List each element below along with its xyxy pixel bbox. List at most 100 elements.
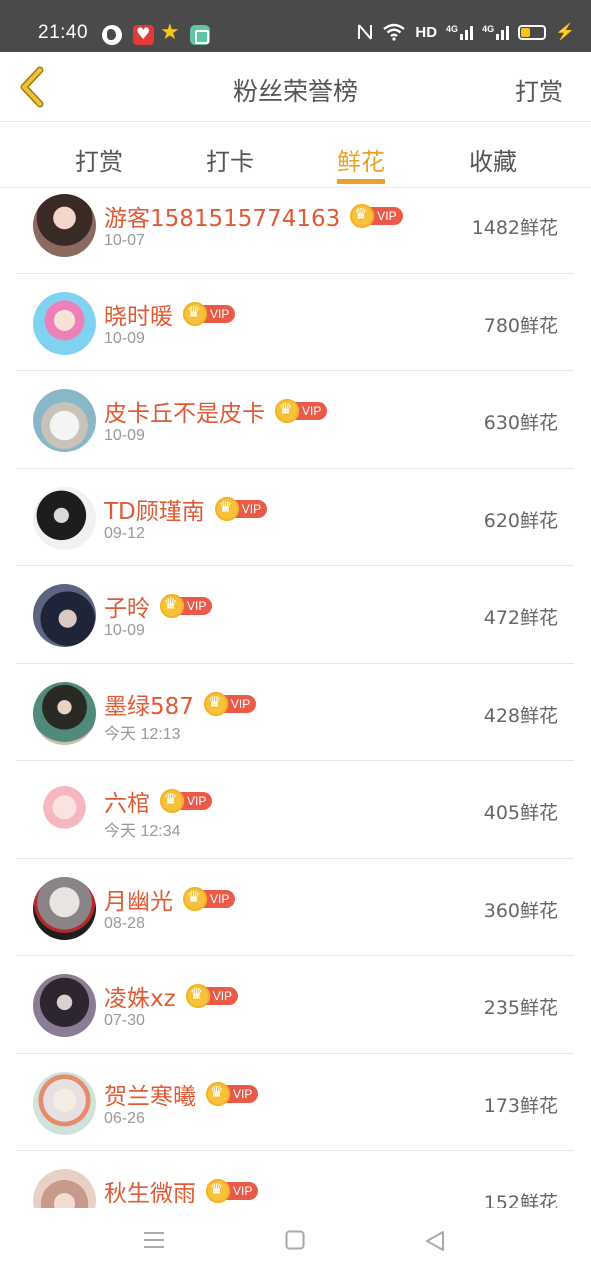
wifi-icon [383, 23, 406, 41]
fan-date: 06-26 [104, 1109, 145, 1127]
fan-date: 今天 12:34 [104, 823, 181, 840]
tab-checkin[interactable]: 打卡 [206, 142, 254, 177]
list-item[interactable]: 六棺 VIP 今天 12:34 405鲜花 [16, 761, 574, 859]
avatar [33, 1071, 96, 1135]
fan-amount: 360鲜花 [483, 899, 558, 922]
fan-list[interactable]: 游客1581515774163 VIP 10-07 1482鲜花 晓时暖 VIP 1… [0, 188, 591, 1208]
fan-amount: 620鲜花 [483, 509, 558, 532]
tab-flowers[interactable]: 鲜花 [337, 142, 385, 177]
tab-bar: 打赏 打卡 鲜花 收藏 [0, 123, 591, 188]
fan-amount: 405鲜花 [483, 802, 558, 824]
tab-favorites[interactable]: 收藏 [469, 142, 517, 177]
crown-icon [160, 594, 184, 618]
fan-name: 子昤 [104, 596, 150, 622]
fan-amount: 235鲜花 [483, 997, 558, 1019]
vip-badge: VIP [185, 984, 239, 1008]
list-item[interactable]: 晓时暖 VIP 10-09 780鲜花 [16, 274, 574, 371]
avatar [33, 389, 96, 452]
fan-amount: 428鲜花 [483, 704, 558, 727]
fan-name: 游客1581515774163 [104, 206, 341, 232]
list-item[interactable]: 子昤 VIP 10-09 472鲜花 [16, 566, 574, 664]
back-triangle-icon [426, 1231, 444, 1251]
vip-badge: VIP [275, 399, 328, 423]
star-icon: ★ [160, 20, 180, 45]
fan-name: 晓时暖 [104, 303, 173, 330]
vip-badge: VIP [183, 886, 236, 911]
avatar [33, 681, 96, 745]
charging-icon: ⚡ [555, 24, 575, 41]
fan-date: 10-09 [104, 329, 145, 347]
fan-amount: 630鲜花 [483, 412, 558, 434]
status-time: 21:40 [38, 22, 89, 43]
fan-amount: 780鲜花 [483, 314, 558, 337]
home-icon [285, 1230, 305, 1250]
green-app-icon [190, 25, 210, 45]
vip-badge: VIP [183, 301, 236, 326]
fan-date: 10-07 [104, 232, 145, 249]
fan-name: 凌姝xz [104, 986, 176, 1012]
fan-date: 07-30 [104, 1012, 145, 1029]
home-button[interactable] [285, 1230, 305, 1254]
list-item[interactable]: 秋生微雨 VIP 152鲜花 [16, 1151, 574, 1208]
list-item[interactable]: TD顾瑾南 VIP 09-12 620鲜花 [16, 469, 574, 566]
fan-date: 今天 12:13 [104, 725, 181, 743]
vip-badge: VIP [206, 1179, 259, 1203]
avatar [33, 194, 96, 257]
nfc-icon [358, 24, 373, 40]
menu-button[interactable] [143, 1230, 165, 1254]
crown-icon [185, 984, 210, 1008]
back-nav-button[interactable] [424, 1230, 446, 1256]
crown-icon [183, 886, 207, 911]
network-type-label: 4G [446, 24, 459, 34]
status-bar: 21:40 ★ HD 4G 4G ⚡ [0, 0, 591, 52]
vip-badge: VIP [203, 691, 257, 716]
avatar [33, 974, 96, 1037]
crown-icon [183, 301, 207, 326]
list-item[interactable]: 贺兰寒曦 VIP 06-26 173鲜花 [16, 1054, 574, 1151]
vip-badge: VIP [160, 594, 213, 618]
crown-icon [206, 1179, 230, 1203]
avatar [33, 1169, 96, 1208]
tip-button[interactable]: 打赏 [515, 72, 563, 107]
page-title: 粉丝荣誉榜 [232, 77, 358, 106]
list-item[interactable]: 凌姝xz VIP 07-30 235鲜花 [16, 956, 574, 1054]
crown-icon [206, 1081, 230, 1106]
system-nav-bar [0, 1208, 591, 1280]
fan-name: 皮卡丘不是皮卡 [104, 401, 265, 427]
list-item[interactable]: 皮卡丘不是皮卡 VIP 10-09 630鲜花 [16, 371, 574, 469]
battery-icon [518, 24, 547, 40]
red-app-icon [133, 24, 154, 45]
list-item[interactable]: 游客1581515774163 VIP 10-07 1482鲜花 [16, 188, 574, 274]
tab-tip[interactable]: 打赏 [75, 142, 123, 177]
avatar [33, 876, 96, 940]
fan-name: TD顾瑾南 [104, 498, 205, 525]
crown-icon [160, 789, 184, 813]
fan-name: 贺兰寒曦 [104, 1083, 196, 1110]
list-item[interactable]: 墨绿587 VIP 今天 12:13 428鲜花 [16, 664, 574, 761]
fan-date: 08-28 [104, 914, 145, 932]
avatar [33, 584, 96, 647]
fan-date: 10-09 [104, 427, 145, 444]
status-indicators: HD 4G 4G ⚡ [357, 22, 575, 42]
crown-icon [214, 496, 239, 521]
vip-badge: VIP [214, 496, 268, 521]
list-item[interactable]: 月幽光 VIP 08-28 360鲜花 [16, 859, 574, 956]
vip-badge: VIP [350, 204, 403, 228]
fan-name: 墨绿587 [104, 693, 194, 720]
fan-name: 六棺 [104, 791, 150, 817]
avatar [33, 486, 96, 550]
menu-icon [144, 1232, 164, 1248]
hd-indicator: HD [415, 23, 438, 41]
globe-icon [102, 25, 122, 45]
avatar [33, 779, 96, 842]
fan-amount: 472鲜花 [483, 607, 558, 629]
vip-badge: VIP [206, 1081, 259, 1106]
fan-name: 秋生微雨 [104, 1181, 196, 1207]
fan-amount: 1482鲜花 [471, 217, 558, 239]
fan-name: 月幽光 [104, 888, 173, 915]
network-type-label-2: 4G [482, 24, 495, 34]
fan-amount: 152鲜花 [483, 1192, 558, 1208]
crown-icon [275, 399, 299, 423]
avatar [33, 291, 96, 355]
header: 粉丝荣誉榜 打赏 [0, 52, 591, 122]
